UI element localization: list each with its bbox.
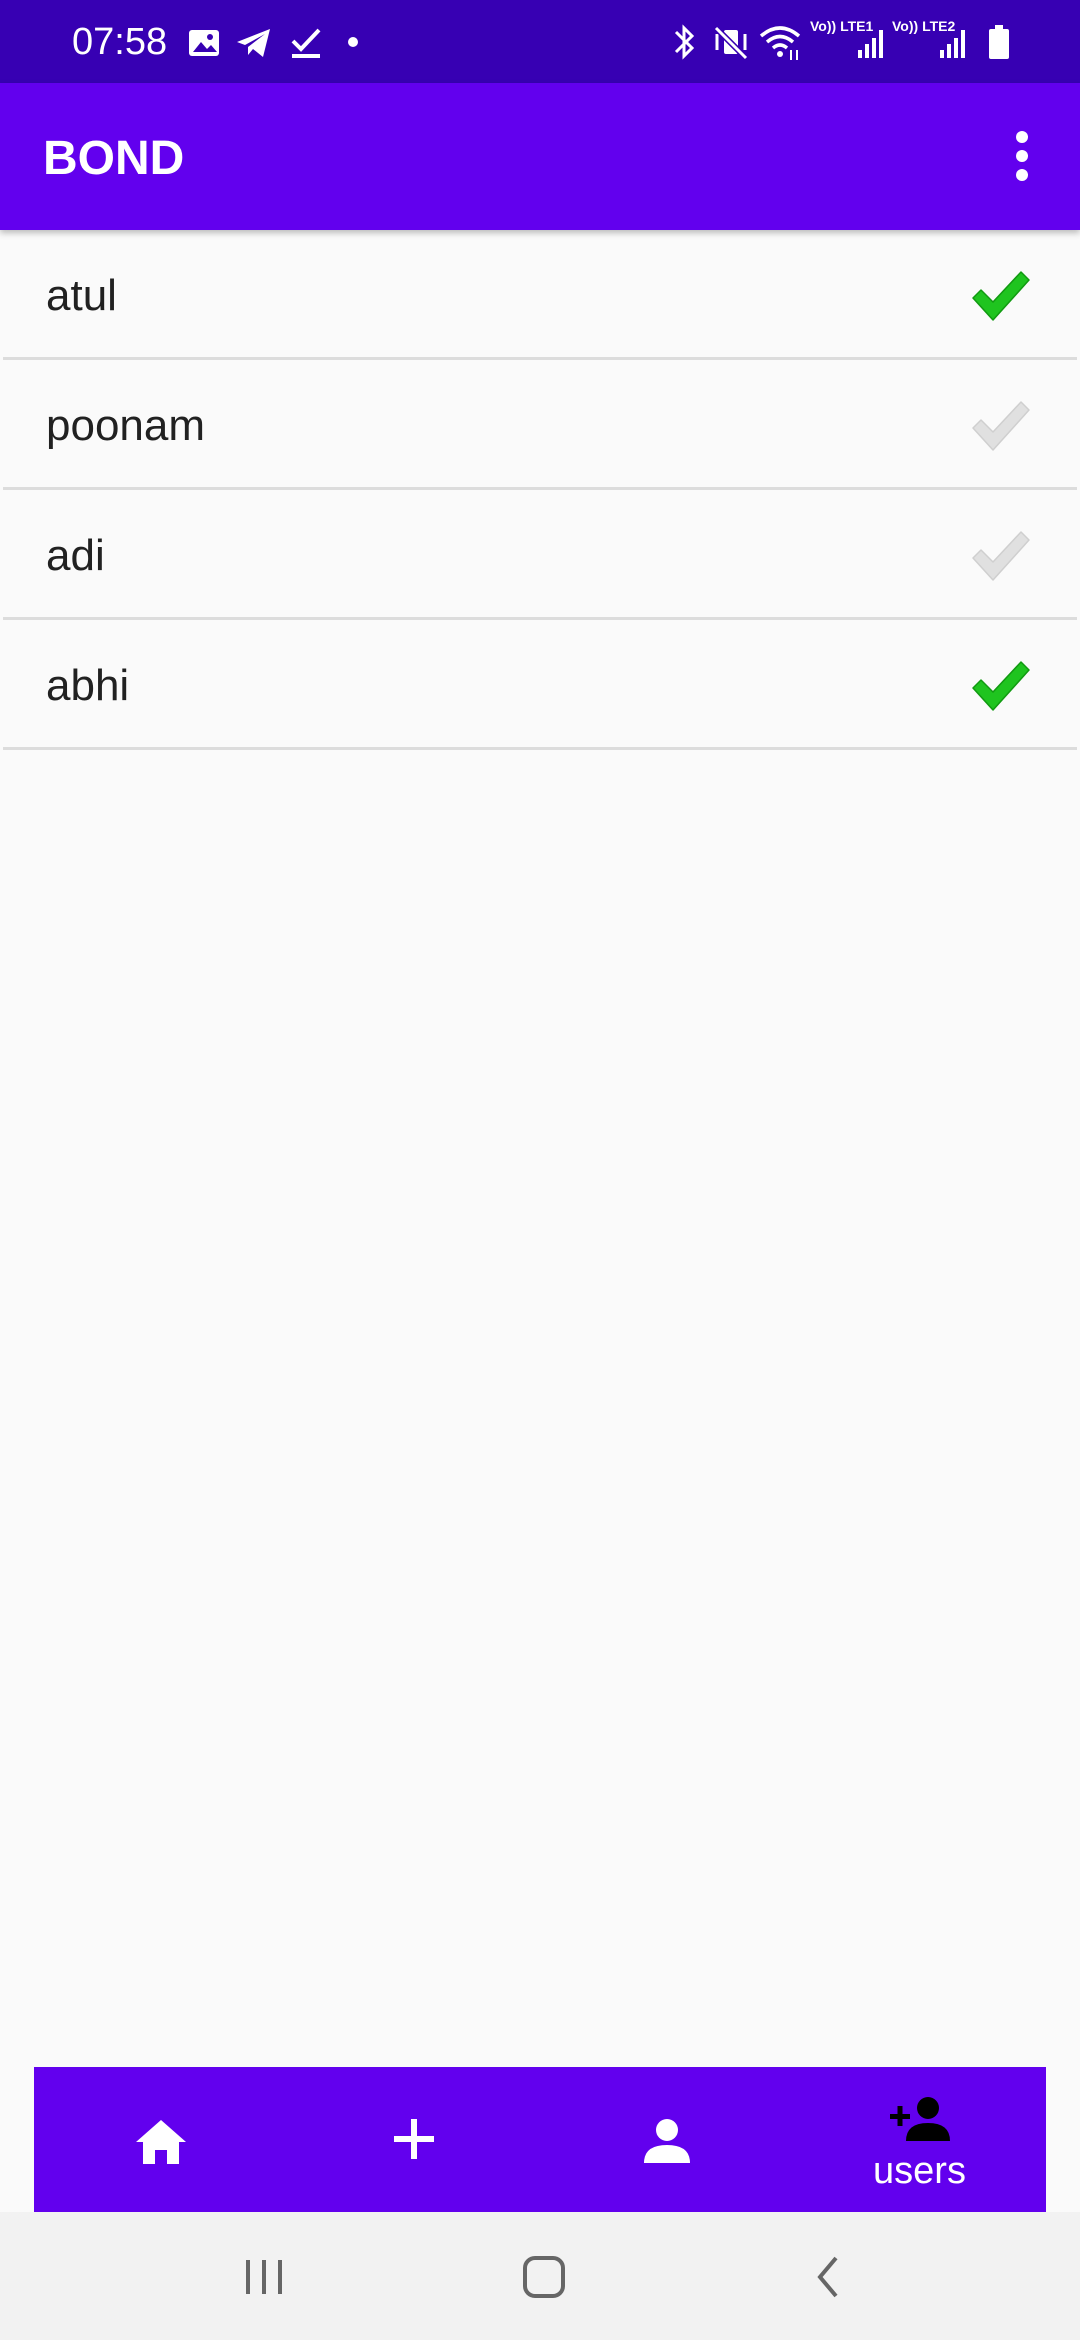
check-icon[interactable] bbox=[969, 268, 1031, 324]
signal-sim1-icon: Vo)) LTE1 bbox=[808, 18, 873, 64]
system-navigation-bar bbox=[0, 2212, 1080, 2340]
nav-users-label: users bbox=[873, 2150, 966, 2192]
task-check-icon bbox=[288, 20, 324, 64]
battery-icon bbox=[984, 20, 1014, 64]
list-item[interactable]: abhi bbox=[3, 620, 1077, 750]
home-button[interactable] bbox=[520, 2246, 568, 2311]
nav-home[interactable] bbox=[34, 2067, 287, 2212]
add-user-icon bbox=[889, 2097, 950, 2141]
check-icon[interactable] bbox=[969, 658, 1031, 714]
app-title: BOND bbox=[43, 132, 185, 185]
list-item[interactable]: adi bbox=[3, 490, 1077, 620]
nav-users[interactable]: users bbox=[793, 2067, 1046, 2212]
user-name: atul bbox=[46, 271, 117, 320]
recents-icon bbox=[246, 2260, 282, 2294]
wifi-icon bbox=[758, 20, 802, 64]
plus-icon bbox=[393, 2119, 434, 2159]
home-button-icon bbox=[523, 2256, 565, 2298]
user-list: atul poonam adi abhi bbox=[3, 230, 1077, 750]
signal-sim1-bars bbox=[856, 20, 886, 64]
app-bar: BOND bbox=[0, 83, 1080, 230]
bluetooth-icon bbox=[668, 20, 700, 64]
telegram-icon bbox=[234, 20, 274, 64]
vibrate-mute-icon bbox=[712, 20, 750, 64]
recents-button[interactable] bbox=[242, 2246, 286, 2311]
status-time: 07:58 bbox=[72, 21, 168, 63]
check-icon[interactable] bbox=[969, 528, 1031, 584]
back-icon bbox=[817, 2256, 838, 2298]
home-icon bbox=[135, 2120, 186, 2164]
nav-profile[interactable] bbox=[540, 2067, 793, 2212]
list-item[interactable]: atul bbox=[3, 230, 1077, 360]
user-name: abhi bbox=[46, 661, 130, 710]
signal-sim2-bars bbox=[938, 20, 968, 64]
list-item[interactable]: poonam bbox=[3, 360, 1077, 490]
person-icon bbox=[643, 2119, 690, 2163]
dot-icon bbox=[346, 20, 360, 64]
gallery-icon bbox=[186, 20, 222, 64]
more-vert-icon bbox=[1016, 131, 1028, 181]
status-bar: 07:58 Vo)) LTE1 Vo)) LTE2 bbox=[0, 0, 1080, 83]
bottom-navigation: users bbox=[34, 2067, 1046, 2212]
signal-sim2-icon: Vo)) LTE2 bbox=[890, 18, 955, 64]
nav-add[interactable] bbox=[287, 2067, 540, 2212]
more-options-button[interactable] bbox=[1000, 123, 1050, 193]
user-name: adi bbox=[46, 531, 105, 580]
user-name: poonam bbox=[46, 401, 206, 450]
check-icon[interactable] bbox=[969, 398, 1031, 454]
back-button[interactable] bbox=[808, 2246, 848, 2311]
